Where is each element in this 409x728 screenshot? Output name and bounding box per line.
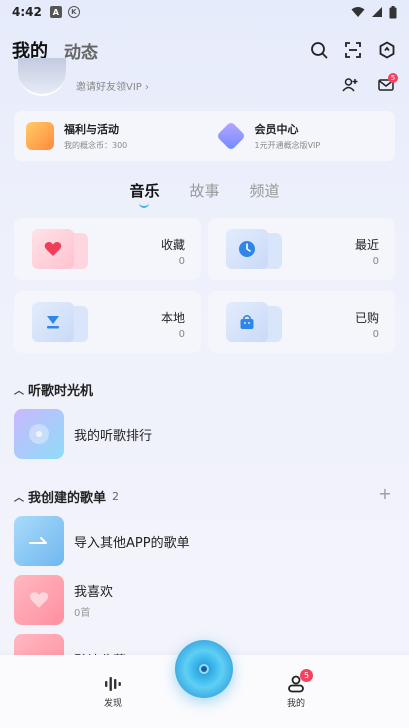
member-center[interactable]: 会员中心 1元开通概念版VIP: [205, 121, 396, 151]
now-playing-disc[interactable]: [175, 640, 233, 698]
chevron-up-icon: ︿: [14, 493, 24, 504]
avatar[interactable]: [18, 58, 66, 96]
shopping-bag-icon: [226, 302, 268, 342]
card-purchased-title: 已购: [354, 311, 379, 325]
playlists-count: 2: [112, 490, 120, 503]
mail-badge: 5: [388, 73, 398, 83]
section-time-machine[interactable]: ︿ 听歌时光机: [14, 380, 93, 399]
top-header: 我的 动态: [12, 38, 397, 63]
heart-icon: [32, 229, 74, 269]
disc-center: [199, 664, 209, 674]
list-item-import[interactable]: 导入其他APP的歌单: [14, 516, 190, 566]
download-icon: [32, 302, 74, 342]
tab-music[interactable]: 音乐: [129, 180, 159, 208]
battery-icon: [389, 5, 397, 18]
section-time-machine-title: 听歌时光机: [28, 384, 94, 399]
nav-discover[interactable]: 发现: [93, 675, 133, 709]
scan-icon[interactable]: [343, 40, 363, 60]
benefits-activity[interactable]: 福利与活动 我的概念币：300: [14, 121, 205, 151]
liked-title: 我喜欢: [74, 585, 114, 600]
add-playlist-icon[interactable]: +: [377, 486, 393, 502]
content-tabs: 音乐 故事 频道: [0, 180, 409, 208]
member-sub: 1元开通概念版VIP: [254, 141, 321, 150]
nav-mine-badge: 5: [300, 669, 313, 682]
calendar-gift-icon: [26, 122, 54, 150]
ranking-title: 我的听歌排行: [74, 428, 153, 444]
promo-banner: 福利与活动 我的概念币：300 会员中心 1元开通概念版VIP: [14, 111, 395, 161]
card-purchased-count: 0: [372, 329, 379, 340]
search-icon[interactable]: [309, 40, 329, 60]
tab-dynamic[interactable]: 动态: [64, 38, 98, 63]
vip-diamond-icon: [215, 121, 246, 151]
card-recent[interactable]: 最近 0: [208, 218, 395, 280]
card-favorites-count: 0: [178, 256, 185, 267]
tab-story[interactable]: 故事: [189, 180, 219, 201]
card-recent-count: 0: [372, 256, 379, 267]
card-recent-title: 最近: [354, 238, 379, 252]
tab-channel[interactable]: 频道: [250, 180, 280, 201]
heart-outline-icon: [14, 575, 64, 625]
card-local-count: 0: [178, 329, 185, 340]
nav-mine[interactable]: 5 我的: [276, 669, 316, 709]
chevron-up-icon: ︿: [14, 386, 24, 397]
member-title: 会员中心: [254, 123, 299, 136]
mail-icon[interactable]: 5: [378, 73, 398, 96]
clock-icon: [226, 229, 268, 269]
notification-k-icon: K: [67, 6, 80, 18]
status-time: 4:42: [12, 5, 42, 19]
card-local-title: 本地: [160, 311, 185, 325]
list-item-liked[interactable]: 我喜欢 0首: [14, 575, 113, 625]
settings-hexagon-icon[interactable]: [377, 40, 397, 60]
nav-discover-label: 发现: [103, 699, 122, 709]
card-local[interactable]: 本地 0: [14, 291, 201, 353]
card-purchased[interactable]: 已购 0: [208, 291, 395, 353]
benefits-sub: 我的概念币：300: [64, 141, 128, 150]
import-arrow-icon: [14, 516, 64, 566]
add-friend-icon[interactable]: [342, 77, 358, 97]
card-favorites-title: 收藏: [160, 238, 185, 252]
section-created-playlists[interactable]: ︿ 我创建的歌单 2: [14, 487, 119, 506]
benefits-title: 福利与活动: [64, 123, 119, 136]
nav-mine-label: 我的: [286, 699, 305, 709]
section-playlists-title: 我创建的歌单: [28, 491, 107, 506]
waveform-icon: [105, 677, 121, 691]
status-bar: 4:42 A K: [0, 0, 409, 24]
notification-a-icon: A: [49, 6, 62, 18]
signal-icon: [372, 7, 382, 17]
invite-vip-link[interactable]: 邀请好友领VIP ›: [76, 78, 149, 93]
card-favorites[interactable]: 收藏 0: [14, 218, 201, 280]
import-title: 导入其他APP的歌单: [74, 535, 190, 551]
liked-count: 0首: [74, 608, 91, 619]
list-item-ranking[interactable]: 我的听歌排行: [14, 409, 152, 459]
wifi-icon: [351, 7, 365, 17]
disc-icon: [14, 409, 64, 459]
